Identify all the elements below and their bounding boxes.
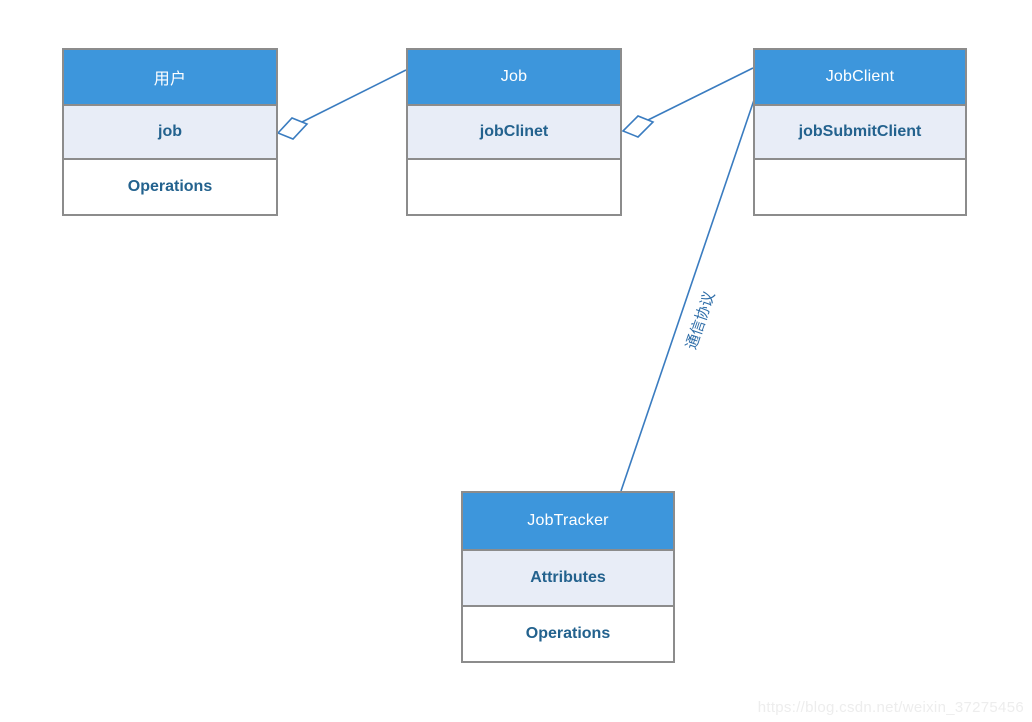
connection-user-job	[276, 69, 407, 140]
connection-jobclient-jobtracker: 通信协议	[620, 99, 755, 492]
class-name-job: Job	[408, 50, 620, 104]
class-operations-job	[408, 158, 620, 214]
connection-job-jobclient-line	[647, 67, 754, 121]
watermark-text: https://blog.csdn.net/weixin_37275456	[757, 699, 1024, 716]
class-attributes-jobclient: jobSubmitClient	[755, 104, 965, 158]
class-box-jobclient[interactable]: JobClient jobSubmitClient	[753, 48, 967, 216]
class-operations-jobtracker: Operations	[463, 605, 673, 661]
class-attributes-job: jobClinet	[408, 104, 620, 158]
connection-job-jobclient	[621, 67, 754, 138]
connection-jobclient-jobtracker-line	[620, 99, 755, 492]
connection-jobclient-jobtracker-label: 通信协议	[683, 289, 719, 351]
class-name-user: 用户	[64, 50, 276, 104]
connection-job-jobclient-aggregation-diamond	[621, 115, 655, 138]
connection-user-job-line	[301, 69, 407, 123]
class-attributes-user: job	[64, 104, 276, 158]
class-box-user[interactable]: 用户 job Operations	[62, 48, 278, 216]
class-box-jobtracker[interactable]: JobTracker Attributes Operations	[461, 491, 675, 663]
class-operations-user: Operations	[64, 158, 276, 214]
class-attributes-jobtracker: Attributes	[463, 549, 673, 605]
class-name-jobclient: JobClient	[755, 50, 965, 104]
class-name-jobtracker: JobTracker	[463, 493, 673, 549]
connection-user-job-aggregation-diamond	[276, 117, 309, 140]
class-operations-jobclient	[755, 158, 965, 214]
class-box-job[interactable]: Job jobClinet	[406, 48, 622, 216]
diagram-canvas: 通信协议 用户 job Operations Job jobClinet Job…	[0, 0, 1032, 722]
